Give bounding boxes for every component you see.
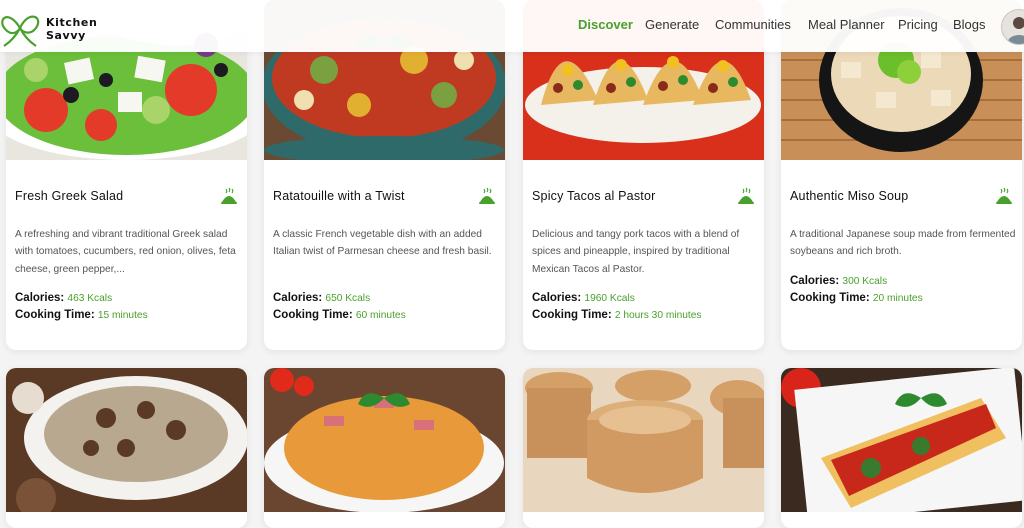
- recipe-card[interactable]: Spicy Tacos al Pastor Delicious and tang…: [523, 0, 764, 350]
- cooking-time-value: 60 minutes: [355, 310, 406, 321]
- nav-generate[interactable]: Generate: [645, 17, 699, 32]
- nav-pricing[interactable]: Pricing: [898, 17, 938, 32]
- recipe-card[interactable]: [523, 368, 764, 528]
- nav-communities[interactable]: Communities: [715, 17, 791, 32]
- recipe-card[interactable]: Ratatouille with a Twist A classic Frenc…: [264, 0, 505, 350]
- recipe-card[interactable]: [6, 368, 247, 528]
- cooking-time-row: Cooking Time: 2 hours 30 minutes: [532, 309, 758, 321]
- cooking-time-label: Cooking Time:: [273, 309, 353, 321]
- recipe-card[interactable]: Fresh Greek Salad A refreshing and vibra…: [6, 0, 247, 350]
- calories-value: 650 Kcals: [325, 293, 371, 304]
- recipe-title: Authentic Miso Soup: [790, 189, 909, 203]
- cooking-time-row: Cooking Time: 15 minutes: [15, 309, 241, 321]
- calories-label: Calories:: [15, 292, 65, 304]
- recipe-description: A classic French vegetable dish with an …: [273, 229, 492, 258]
- cooking-time-label: Cooking Time:: [532, 309, 612, 321]
- recipe-title: Fresh Greek Salad: [15, 189, 124, 203]
- recipe-card[interactable]: [781, 368, 1022, 528]
- recipe-description: Delicious and tangy pork tacos with a bl…: [532, 229, 740, 275]
- calories-value: 300 Kcals: [842, 276, 888, 287]
- recipe-title: Spicy Tacos al Pastor: [532, 189, 656, 203]
- leaf-logo-icon: [1, 15, 40, 47]
- cooking-time-value: 2 hours 30 minutes: [614, 310, 702, 321]
- veg-dish-icon: [738, 187, 754, 204]
- user-avatar[interactable]: [1001, 9, 1024, 45]
- avatar-person-icon: [1002, 10, 1024, 44]
- brand-name-line2: Savvy: [46, 29, 86, 42]
- nav-discover[interactable]: Discover: [578, 17, 633, 32]
- recipe-description: A traditional Japanese soup made from fe…: [790, 229, 1016, 258]
- top-navbar: Kitchen Savvy Discover Generate Communit…: [0, 0, 1024, 52]
- veg-dish-icon: [479, 187, 495, 204]
- spaghetti-photo: [264, 368, 505, 512]
- nav-meal-planner[interactable]: Meal Planner: [808, 17, 885, 32]
- calories-row: Calories: 300 Kcals: [790, 275, 1016, 287]
- calories-label: Calories:: [532, 292, 582, 304]
- calories-label: Calories:: [273, 292, 323, 304]
- pudding-photo: [523, 368, 764, 512]
- nav-blogs[interactable]: Blogs: [953, 17, 986, 32]
- mushroom-soup-photo: [6, 368, 247, 512]
- cooking-time-value: 20 minutes: [872, 293, 923, 304]
- cannelloni-photo: [781, 368, 1022, 512]
- calories-label: Calories:: [790, 275, 840, 287]
- cooking-time-row: Cooking Time: 60 minutes: [273, 309, 499, 321]
- recipe-title: Ratatouille with a Twist: [273, 189, 405, 203]
- recipe-description: A refreshing and vibrant traditional Gre…: [15, 229, 236, 275]
- cooking-time-label: Cooking Time:: [790, 292, 870, 304]
- calories-row: Calories: 1960 Kcals: [532, 292, 758, 304]
- brand-name-line1: Kitchen: [46, 16, 98, 29]
- calories-value: 1960 Kcals: [584, 293, 635, 304]
- cooking-time-value: 15 minutes: [97, 310, 148, 321]
- brand-logo[interactable]: Kitchen Savvy: [0, 4, 100, 48]
- calories-row: Calories: 463 Kcals: [15, 292, 241, 304]
- recipe-card[interactable]: Authentic Miso Soup A traditional Japane…: [781, 0, 1022, 350]
- veg-dish-icon: [221, 187, 237, 204]
- calories-row: Calories: 650 Kcals: [273, 292, 499, 304]
- cooking-time-label: Cooking Time:: [15, 309, 95, 321]
- veg-dish-icon: [996, 187, 1012, 204]
- recipe-card[interactable]: [264, 368, 505, 528]
- cooking-time-row: Cooking Time: 20 minutes: [790, 292, 1016, 304]
- calories-value: 463 Kcals: [67, 293, 113, 304]
- brand-name: Kitchen Savvy: [46, 16, 100, 42]
